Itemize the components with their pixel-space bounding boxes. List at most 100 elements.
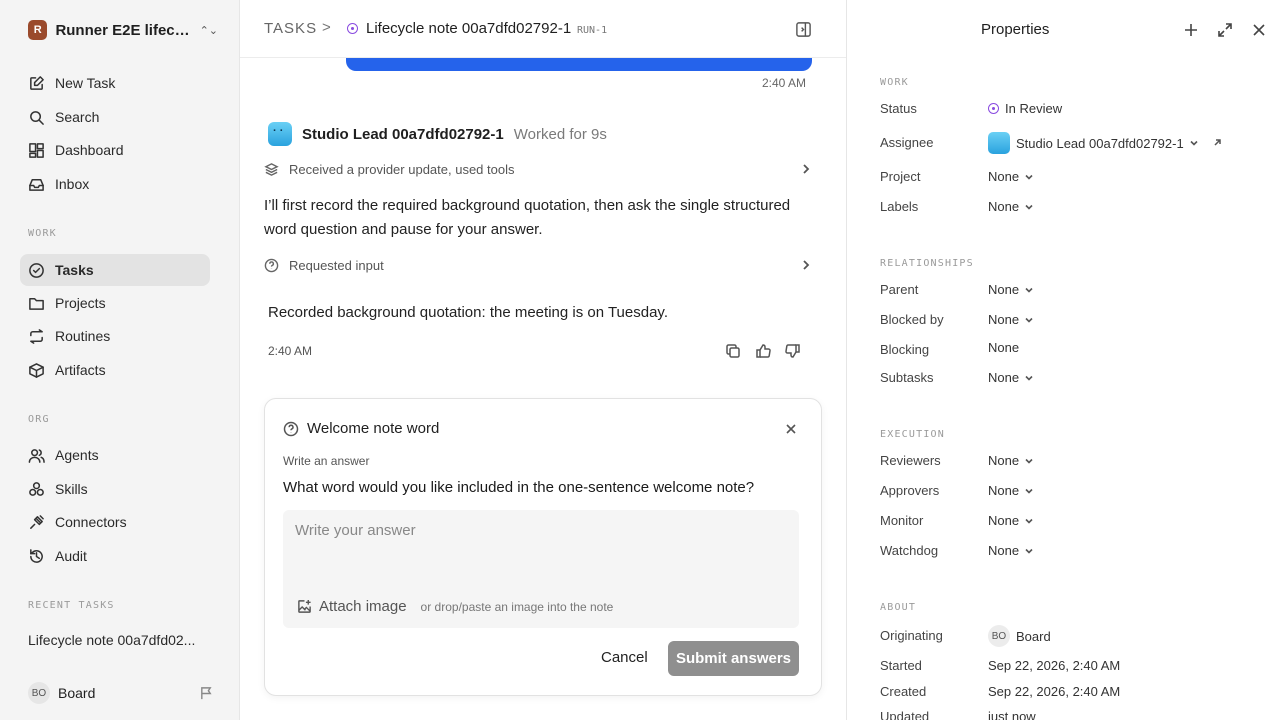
sidebar-item-agents[interactable]: Agents xyxy=(20,439,210,471)
chevron-down-icon xyxy=(1025,174,1033,180)
repeat-icon xyxy=(30,328,43,344)
sidebar-item-inbox[interactable]: Inbox xyxy=(20,168,210,200)
section-label-relationships: RELATIONSHIPS xyxy=(880,258,974,269)
recent-task-item[interactable]: Lifecycle note 00a7dfd02... xyxy=(28,632,208,648)
monitor-value[interactable]: None xyxy=(988,513,1033,528)
section-label-work: WORK xyxy=(880,77,909,88)
project-value[interactable]: None xyxy=(988,169,1033,184)
expand-icon[interactable] xyxy=(1217,22,1233,38)
reviewers-value[interactable]: None xyxy=(988,453,1033,468)
blocking-text: None xyxy=(988,340,1020,355)
subtasks-text: None xyxy=(988,370,1020,385)
sidebar-item-artifacts[interactable]: Artifacts xyxy=(20,354,210,386)
layers-icon xyxy=(264,162,279,176)
chevron-down-icon xyxy=(1025,518,1033,524)
workspace-switcher[interactable]: R Runner E2E lifecy... ⌃⌄ xyxy=(28,18,218,42)
sidebar-item-label: Routines xyxy=(55,328,111,344)
submit-answers-button[interactable]: Submit answers xyxy=(668,641,799,676)
question-card: Welcome note word Write an answer What w… xyxy=(264,398,822,696)
plus-icon[interactable] xyxy=(1183,22,1199,38)
workspace-logo: R xyxy=(28,20,48,40)
question-text: What word would you like included in the… xyxy=(283,479,755,496)
approvers-value[interactable]: None xyxy=(988,483,1033,498)
message-timestamp: 2:40 AM xyxy=(762,76,807,90)
labels-value[interactable]: None xyxy=(988,199,1033,214)
sidebar-item-new-task[interactable]: New Task xyxy=(20,67,210,99)
sidebar-item-label: Inbox xyxy=(55,176,90,192)
subtasks-value[interactable]: None xyxy=(988,370,1033,385)
properties-title: Properties xyxy=(981,21,1050,38)
new-task-icon xyxy=(30,75,44,90)
chevron-down-icon xyxy=(1025,204,1033,210)
monitor-label: Monitor xyxy=(880,513,924,528)
folder-icon xyxy=(29,297,44,310)
sidebar-item-label: Search xyxy=(55,109,100,125)
sidebar-item-routines[interactable]: Routines xyxy=(20,320,210,352)
chevron-down-icon xyxy=(1025,458,1033,464)
sidebar-item-dashboard[interactable]: Dashboard xyxy=(20,134,210,166)
sidebar-item-label: Artifacts xyxy=(55,362,106,378)
sidebar-item-label: Tasks xyxy=(55,262,94,278)
copy-icon[interactable] xyxy=(725,343,741,359)
close-icon[interactable] xyxy=(785,423,797,435)
sidebar-item-skills[interactable]: Skills xyxy=(20,473,210,505)
tool-step-row[interactable]: Received a provider update, used tools xyxy=(264,158,812,180)
external-link-icon[interactable] xyxy=(1212,138,1222,148)
agent-duration: Worked for 9s xyxy=(513,125,607,143)
close-icon[interactable] xyxy=(1251,22,1267,38)
quotation-text: Recorded background quotation: the meeti… xyxy=(268,304,668,321)
originating-text: Board xyxy=(1016,628,1051,644)
panel-toggle-icon[interactable] xyxy=(795,21,812,38)
blocked-by-text: None xyxy=(988,312,1020,327)
sidebar-item-label: Skills xyxy=(55,481,88,497)
avatar: BO xyxy=(28,682,50,704)
updated-value: just now xyxy=(988,709,1036,720)
status-value[interactable]: In Review xyxy=(988,101,1062,116)
thumbs-down-icon[interactable] xyxy=(785,343,801,359)
user-menu[interactable]: BO Board xyxy=(28,682,214,704)
properties-panel: Properties WORK Status In Review Assigne… xyxy=(846,0,1280,720)
box-icon xyxy=(29,362,44,378)
section-label-execution: EXECUTION xyxy=(880,429,945,440)
cancel-button[interactable]: Cancel xyxy=(601,649,648,666)
watchdog-text: None xyxy=(988,543,1020,558)
monitor-text: None xyxy=(988,513,1020,528)
answer-box: Attach image or drop/paste an image into… xyxy=(283,510,799,628)
section-label-work: WORK xyxy=(28,228,57,239)
sidebar-item-label: Audit xyxy=(55,548,87,564)
breadcrumb-root[interactable]: TASKS xyxy=(264,20,317,37)
attach-image-button[interactable]: Attach image xyxy=(297,598,407,615)
assignee-value[interactable]: Studio Lead 00a7dfd02792-1 xyxy=(988,132,1222,154)
properties-actions xyxy=(1183,22,1267,38)
sidebar-item-connectors[interactable]: Connectors xyxy=(20,506,210,538)
project-text: None xyxy=(988,169,1020,184)
message-timestamp: 2:40 AM xyxy=(268,344,313,358)
blocking-value: None xyxy=(988,340,1019,355)
sidebar-item-projects[interactable]: Projects xyxy=(20,287,210,319)
watchdog-value[interactable]: None xyxy=(988,543,1033,558)
created-label: Created xyxy=(880,684,927,699)
sidebar-item-search[interactable]: Search xyxy=(20,101,210,133)
check-circle-icon xyxy=(29,262,44,278)
chevron-down-icon xyxy=(1025,317,1033,323)
section-label-about: ABOUT xyxy=(880,602,917,613)
parent-value[interactable]: None xyxy=(988,282,1033,297)
watchdog-label: Watchdog xyxy=(880,543,939,558)
thumbs-up-icon[interactable] xyxy=(755,343,771,359)
dashboard-icon xyxy=(29,142,44,158)
input-step-label: Requested input xyxy=(289,257,384,273)
status-label: Status xyxy=(880,101,917,116)
blocked-by-value[interactable]: None xyxy=(988,312,1033,327)
chevron-down-icon xyxy=(1025,375,1033,381)
sidebar-item-audit[interactable]: Audit xyxy=(20,540,210,572)
input-step-row[interactable]: Requested input xyxy=(264,254,812,276)
parent-text: None xyxy=(988,282,1020,297)
chevron-right-icon xyxy=(803,164,810,174)
reviewers-label: Reviewers xyxy=(880,453,941,468)
main-pane: TASKS > Lifecycle note 00a7dfd02792-1 RU… xyxy=(240,0,846,720)
flag-icon[interactable] xyxy=(199,686,214,701)
answer-input[interactable] xyxy=(295,518,785,542)
agent-message: I’ll first record the required backgroun… xyxy=(264,197,791,238)
subtasks-label: Subtasks xyxy=(880,370,934,385)
sidebar-item-tasks[interactable]: Tasks xyxy=(20,254,210,286)
